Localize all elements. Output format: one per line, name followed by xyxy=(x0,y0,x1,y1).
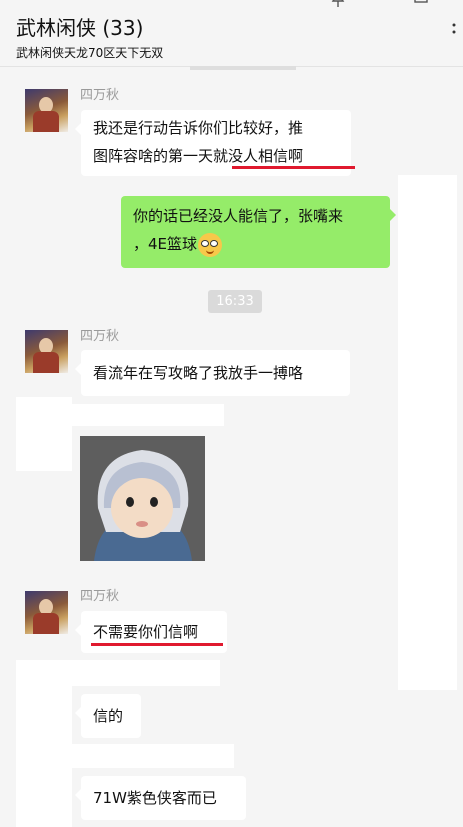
pin-icon[interactable] xyxy=(331,0,345,12)
time-divider: 16:33 xyxy=(208,290,262,313)
message-text: ，4E篮球 xyxy=(133,235,198,253)
minimize-icon[interactable] xyxy=(372,0,386,8)
redacted-area xyxy=(398,175,457,690)
sender-name: 四万秋 xyxy=(80,329,120,344)
sender-name: 四万秋 xyxy=(80,589,120,604)
red-underline xyxy=(91,643,223,646)
baby-sticker-image[interactable] xyxy=(80,436,205,561)
message-bubble-self[interactable]: 你的话已经没人能信了，张嘴来 ，4E篮球 xyxy=(121,196,396,268)
message-text: 不需要你们信啊 xyxy=(93,623,199,641)
message-text: 看流年在写攻略了我放手一搏咯 xyxy=(93,364,304,382)
more-icon[interactable] xyxy=(451,22,457,42)
nerd-face-emoji-icon xyxy=(198,232,223,257)
message-bubble[interactable]: 不需要你们信啊 xyxy=(75,611,227,653)
maximize-icon[interactable] xyxy=(414,0,428,8)
redacted-area xyxy=(72,660,220,686)
avatar[interactable] xyxy=(25,330,68,373)
redacted-area xyxy=(72,744,234,768)
scroll-indicator[interactable] xyxy=(190,66,296,70)
message-text: 我还是行动告诉你们比较好，推 xyxy=(93,119,304,137)
message-text: 71W紫色侠客而已 xyxy=(93,789,217,807)
avatar[interactable] xyxy=(25,89,68,132)
message-bubble[interactable]: 信的 xyxy=(75,694,141,738)
redacted-area xyxy=(16,397,72,471)
red-underline xyxy=(232,166,355,169)
message-bubble[interactable]: 看流年在写攻略了我放手一搏咯 xyxy=(75,350,350,396)
avatar[interactable] xyxy=(25,591,68,634)
sender-name: 四万秋 xyxy=(80,88,120,103)
chat-header: 武林闲侠 (33) 武林闲侠天龙70区天下无双 xyxy=(0,0,463,67)
redacted-area xyxy=(72,404,224,426)
redacted-area xyxy=(16,660,72,827)
chat-title: 武林闲侠 (33) xyxy=(16,16,144,40)
message-text: 你的话已经没人能信了，张嘴来 xyxy=(133,207,344,225)
message-text: 信的 xyxy=(93,707,124,725)
message-bubble[interactable]: 71W紫色侠客而已 xyxy=(75,776,246,820)
chat-subtitle: 武林闲侠天龙70区天下无双 xyxy=(16,46,164,60)
